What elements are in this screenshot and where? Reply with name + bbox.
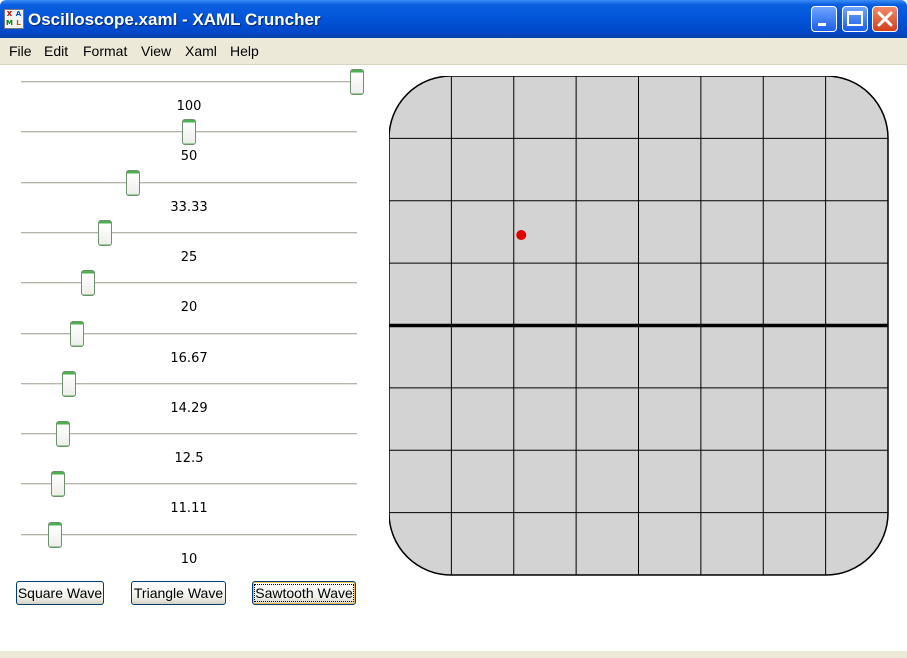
slider-thumb[interactable] [98,219,112,246]
maximize-button[interactable] [842,6,868,32]
app-icon-letter: X [6,10,13,18]
slider-value-label: 16.67 [170,350,208,366]
menu-help[interactable]: Help [230,43,259,59]
slider-value-label: 20 [180,300,198,316]
app-icon-letter: L [16,19,21,27]
slider-track[interactable] [21,81,357,84]
slider-thumb[interactable] [62,370,76,397]
app-icon-letter: M [6,19,13,27]
menu-xaml[interactable]: Xaml [185,43,217,59]
button-label: Sawtooth Wave [254,584,354,602]
menu-view[interactable]: View [141,43,171,59]
slider-value-label: 25 [180,249,198,265]
slider-thumb[interactable] [70,320,84,347]
menu-bar: File Edit Format View Xaml Help [0,38,907,65]
slider-track[interactable] [21,231,357,235]
slider-value-label: 11.11 [170,501,208,517]
slider-track[interactable] [21,533,357,537]
xaml-cruncher-app-icon[interactable]: X A M L [4,9,24,29]
maximize-icon [847,11,863,26]
sawtooth-wave-button[interactable]: Sawtooth Wave [252,581,356,605]
slider-thumb[interactable] [81,270,96,297]
slider-track[interactable] [21,282,357,286]
triangle-wave-button[interactable]: Triangle Wave [131,581,226,605]
slider-thumb[interactable] [51,471,66,498]
app-icon-letter: A [15,10,22,18]
slider-value-label: 14.29 [170,400,208,416]
close-button[interactable] [872,6,898,32]
slider-value-label: 12.5 [174,451,204,467]
slider-thumb[interactable] [125,169,140,196]
slider-value-label: 33.33 [170,199,208,215]
trace-dot [516,230,527,241]
menu-format[interactable]: Format [83,43,127,59]
menu-edit[interactable]: Edit [44,43,68,59]
slider-track[interactable] [21,181,357,185]
close-icon [877,11,893,27]
slider-thumb[interactable] [182,119,196,146]
button-label: Triangle Wave [133,585,224,601]
minimize-button[interactable] [811,6,837,32]
slider-value-label: 10 [180,551,198,567]
button-label: Square Wave [17,585,103,601]
oscilloscope-screen [389,76,889,576]
title-bar[interactable]: X A M L Oscilloscope.xaml - XAML Crunche… [0,0,907,38]
slider-value-label: 50 [180,149,198,165]
square-wave-button[interactable]: Square Wave [16,581,104,605]
window-title: Oscilloscope.xaml - XAML Cruncher [28,10,321,29]
slider-track[interactable] [21,483,357,487]
slider-value-label: 100 [176,99,202,114]
slider-thumb[interactable] [350,69,364,95]
menu-file[interactable]: File [9,43,32,59]
status-bar [0,651,907,658]
slider-thumb[interactable] [56,421,70,448]
minimize-icon [818,23,826,26]
slider-thumb[interactable] [47,521,62,548]
slider-track[interactable] [21,433,357,437]
